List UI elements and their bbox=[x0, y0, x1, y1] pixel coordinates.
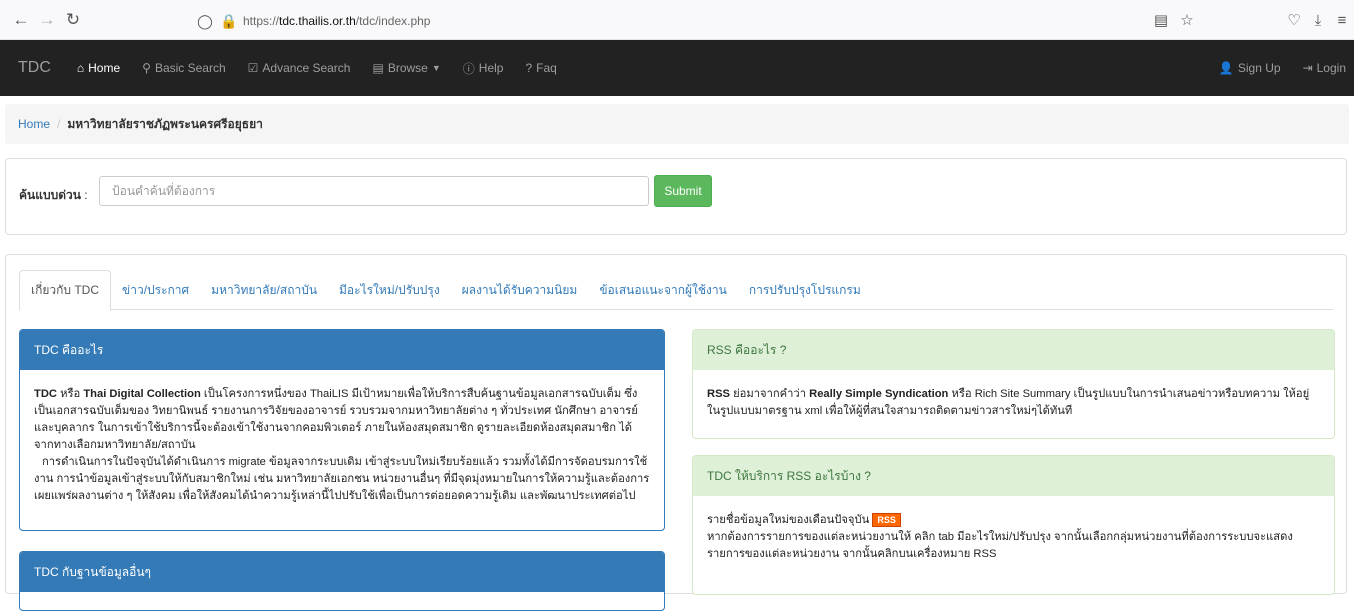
nav-browse-dropdown[interactable]: ▤ Browse ▼ bbox=[361, 61, 451, 75]
tab-whats-new[interactable]: มีอะไรใหม่/ปรับปรุง bbox=[328, 270, 451, 310]
tdc-rss-services-panel: TDC ให้บริการ RSS อะไรบ้าง ? รายชื่อข้อม… bbox=[692, 455, 1335, 595]
tab-feedback[interactable]: ข้อเสนอแนะจากผู้ใช้งาน bbox=[588, 270, 738, 310]
nav-browse-label: Browse bbox=[387, 61, 428, 75]
download-icon[interactable]: ⤓ bbox=[1306, 12, 1330, 29]
bookmark-star-icon[interactable]: ☆ bbox=[1174, 11, 1200, 29]
url-host: tdc.thailis.or.th bbox=[279, 14, 356, 28]
quick-search-input[interactable] bbox=[99, 176, 649, 206]
breadcrumb-separator: / bbox=[57, 117, 61, 131]
nav-basic-search[interactable]: ⚲ Basic Search bbox=[131, 61, 237, 75]
breadcrumb-home[interactable]: Home bbox=[18, 117, 50, 131]
tab-popular[interactable]: ผลงานได้รับความนิยม bbox=[451, 270, 589, 310]
nav-advance-search-label: Advance Search bbox=[262, 61, 351, 75]
home-icon: ⌂ bbox=[76, 61, 85, 75]
nav-faq-label: Faq bbox=[536, 61, 557, 75]
rss-current-month-text: รายชื่อข้อมูลใหม่ของเดือนปัจจุบัน bbox=[707, 514, 870, 526]
forward-arrow-icon[interactable]: → bbox=[34, 10, 60, 30]
search-icon: ⚲ bbox=[142, 61, 151, 75]
nav-sign-up[interactable]: 👤 Sign Up bbox=[1208, 61, 1292, 75]
tdc-other-databases-title: TDC กับฐานข้อมูลอื่นๆ bbox=[20, 552, 664, 592]
quick-search-panel: ค้นแบบด่วน : Submit bbox=[5, 158, 1347, 235]
what-is-tdc-title: TDC คืออะไร bbox=[20, 330, 664, 370]
menu-icon[interactable]: ≡ bbox=[1330, 12, 1354, 29]
nav-home-label: Home bbox=[88, 61, 121, 75]
what-is-rss-body: RSS ย่อมาจากคำว่า Really Simple Syndicat… bbox=[707, 388, 1310, 417]
breadcrumb-current: มหาวิทยาลัยราชภัฏพระนครศรีอยุธยา bbox=[67, 116, 263, 131]
info-tabs-panel: เกี่ยวกับ TDC ข่าว/ประกาศ มหาวิทยาลัย/สถ… bbox=[5, 254, 1347, 611]
rss-instructions: หากต้องการรายการของแต่ละหน่วยงานให้ คลิก… bbox=[707, 531, 1293, 560]
login-icon: ⇥ bbox=[1302, 61, 1313, 75]
url-path: /tdc/index.php bbox=[355, 14, 431, 28]
nav-faq[interactable]: ? Faq bbox=[514, 61, 567, 75]
quick-search-label: ค้นแบบด่วน : bbox=[19, 188, 88, 202]
pocket-icon[interactable]: ♡ bbox=[1282, 11, 1306, 29]
address-bar[interactable]: ◯ 🔒 https://tdc.thailis.or.th/tdc/index.… bbox=[195, 8, 1175, 34]
breadcrumb: Home / มหาวิทยาลัยราชภัฏพระนครศรีอยุธยา bbox=[5, 104, 1349, 144]
nav-login[interactable]: ⇥ Login bbox=[1292, 61, 1354, 75]
nav-advance-search[interactable]: ☑ Advance Search bbox=[237, 61, 362, 75]
caret-down-icon: ▼ bbox=[431, 63, 441, 73]
rss-feed-badge[interactable]: RSS bbox=[872, 513, 901, 528]
tab-news[interactable]: ข่าว/ประกาศ bbox=[111, 270, 200, 310]
nav-sign-up-label: Sign Up bbox=[1237, 61, 1281, 75]
nav-help[interactable]: ⓘ Help bbox=[452, 60, 515, 77]
nav-login-label: Login bbox=[1316, 61, 1346, 75]
what-is-tdc-paragraph-2: การดำเนินการในปัจจุบันได้ดำเนินการ migra… bbox=[34, 456, 650, 502]
tab-about-tdc[interactable]: เกี่ยวกับ TDC bbox=[19, 270, 112, 311]
nav-help-label: Help bbox=[478, 61, 504, 75]
reader-view-icon[interactable]: ▤ bbox=[1148, 11, 1174, 29]
question-icon: ? bbox=[525, 61, 533, 75]
nav-home[interactable]: ⌂ Home bbox=[66, 61, 131, 75]
tab-universities[interactable]: มหาวิทยาลัย/สถาบัน bbox=[200, 270, 328, 310]
browser-toolbar: ← → ↻ ◯ 🔒 https://tdc.thailis.or.th/tdc/… bbox=[0, 0, 1354, 40]
tab-bar: เกี่ยวกับ TDC ข่าว/ประกาศ มหาวิทยาลัย/สถ… bbox=[19, 270, 1333, 311]
submit-button[interactable]: Submit bbox=[654, 175, 712, 207]
lock-icon[interactable]: 🔒 bbox=[219, 13, 239, 30]
tab-program-updates[interactable]: การปรับปรุงโปรแกรม bbox=[738, 270, 872, 310]
tdc-rss-services-title: TDC ให้บริการ RSS อะไรบ้าง ? bbox=[693, 456, 1334, 496]
what-is-rss-title: RSS คืออะไร ? bbox=[693, 330, 1334, 370]
site-navbar: TDC ⌂ Home ⚲ Basic Search ☑ Advance Sear… bbox=[0, 40, 1354, 96]
reload-icon[interactable]: ↻ bbox=[60, 10, 86, 30]
url-prefix: https:// bbox=[243, 14, 280, 28]
tdc-other-databases-panel: TDC กับฐานข้อมูลอื่นๆ bbox=[19, 551, 665, 611]
what-is-tdc-paragraph-1: TDC หรือ Thai Digital Collection เป็นโคร… bbox=[34, 388, 638, 451]
what-is-tdc-body: TDC หรือ Thai Digital Collection เป็นโคร… bbox=[20, 370, 664, 521]
navbar-brand[interactable]: TDC bbox=[0, 59, 66, 77]
what-is-tdc-panel: TDC คืออะไร TDC หรือ Thai Digital Collec… bbox=[19, 329, 665, 531]
nav-basic-search-label: Basic Search bbox=[154, 61, 226, 75]
back-arrow-icon[interactable]: ← bbox=[8, 10, 34, 30]
edit-icon: ☑ bbox=[247, 61, 259, 75]
user-icon: 👤 bbox=[1218, 61, 1234, 75]
info-icon: ⓘ bbox=[462, 61, 475, 76]
shield-icon[interactable]: ◯ bbox=[195, 13, 215, 30]
list-icon: ▤ bbox=[372, 61, 384, 75]
what-is-rss-panel: RSS คืออะไร ? RSS ย่อมาจากคำว่า Really S… bbox=[692, 329, 1335, 439]
tdc-rss-services-body: รายชื่อข้อมูลใหม่ของเดือนปัจจุบัน RSS หา… bbox=[693, 496, 1334, 579]
